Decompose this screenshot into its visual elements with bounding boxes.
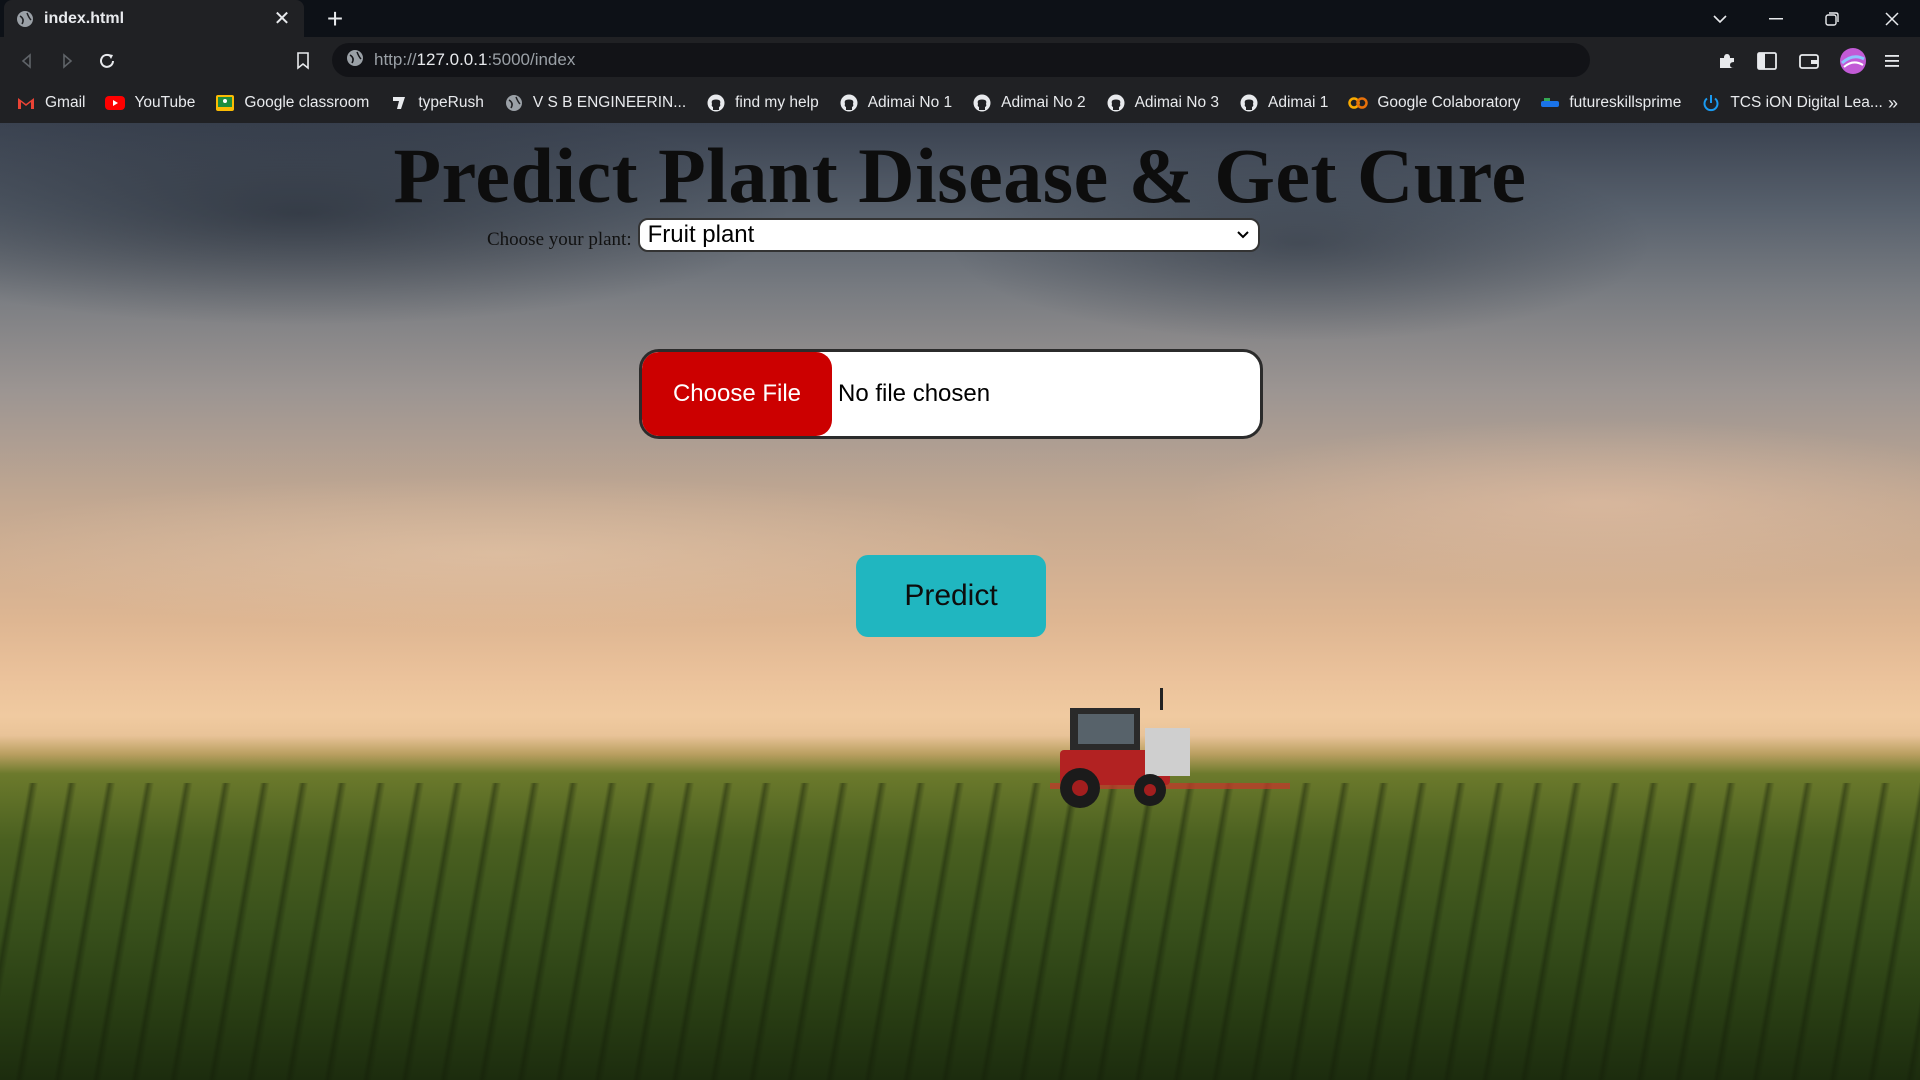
new-tab-button[interactable]: +: [320, 3, 350, 34]
bookmark-label: Adimai 1: [1268, 94, 1329, 111]
bookmark-label: typeRush: [418, 94, 484, 111]
bookmark-google-classroom[interactable]: Google classroom: [215, 93, 369, 113]
futureskills-icon: [1540, 93, 1560, 113]
bookmarks-bar: Gmail YouTube Google classroom typeRush …: [0, 83, 1920, 123]
classroom-icon: [215, 93, 235, 113]
github-icon: [972, 93, 992, 113]
bookmark-find-my-help[interactable]: find my help: [706, 93, 819, 113]
bookmark-adimai-1[interactable]: Adimai 1: [1239, 93, 1328, 113]
bookmark-label: TCS iON Digital Lea...: [1730, 94, 1883, 111]
page-title: Predict Plant Disease & Get Cure: [393, 132, 1527, 219]
forward-button[interactable]: [50, 44, 84, 78]
tractor-image: [1050, 688, 1290, 808]
address-bar[interactable]: http://127.0.0.1:5000/index: [332, 43, 1590, 77]
bookmark-label: YouTube: [134, 94, 196, 111]
close-window-button[interactable]: [1864, 0, 1920, 37]
tab-strip: index.html ✕ +: [0, 0, 1920, 37]
github-icon: [1106, 93, 1126, 113]
globe-icon: [504, 93, 524, 113]
file-status-text: No file chosen: [838, 380, 991, 407]
gmail-icon: [16, 93, 36, 113]
bookmark-vsb[interactable]: V S B ENGINEERIN...: [504, 93, 686, 113]
plant-select-label: Choose your plant:: [487, 229, 632, 250]
reload-button[interactable]: [90, 44, 124, 78]
plant-select[interactable]: Fruit plant: [637, 218, 1260, 252]
bookmark-gmail[interactable]: Gmail: [16, 93, 85, 113]
typerush-icon: [389, 93, 409, 113]
url-path: :5000/index: [487, 50, 576, 69]
bookmark-futureskillsprime[interactable]: futureskillsprime: [1540, 93, 1681, 113]
bookmark-label: Gmail: [45, 94, 86, 111]
restore-icon: [1825, 11, 1839, 26]
side-panel-button[interactable]: [1750, 44, 1784, 78]
predict-button[interactable]: Predict: [856, 555, 1046, 637]
back-arrow-icon: [21, 53, 31, 69]
bookmark-adimai-no-3[interactable]: Adimai No 3: [1106, 93, 1219, 113]
globe-icon: [16, 10, 34, 28]
bookmark-youtube[interactable]: YouTube: [105, 93, 195, 113]
page-viewport: Predict Plant Disease & Get Cure Choose …: [0, 123, 1920, 1080]
bookmark-google-colaboratory[interactable]: Google Colaboratory: [1348, 93, 1520, 113]
colab-icon: [1348, 93, 1369, 113]
bookmark-adimai-no-1[interactable]: Adimai No 1: [839, 93, 952, 113]
bookmark-adimai-no-2[interactable]: Adimai No 2: [972, 93, 1086, 113]
url-scheme: http://: [374, 50, 417, 69]
minimize-button[interactable]: [1748, 0, 1804, 37]
background-crop-rows: [0, 783, 1920, 1080]
youtube-icon: [105, 93, 126, 113]
plant-select-value: Fruit plant: [647, 221, 755, 248]
choose-file-button[interactable]: Choose File: [642, 352, 832, 436]
bookmark-label: V S B ENGINEERIN...: [532, 94, 687, 111]
plant-selector-row: Choose your plant: Fruit plant: [487, 218, 1260, 252]
bookmark-label: futureskillsprime: [1569, 94, 1682, 111]
tab-search-button[interactable]: [1692, 0, 1748, 37]
browser-toolbar: http://127.0.0.1:5000/index: [0, 37, 1920, 83]
bookmark-label: Adimai No 3: [1134, 94, 1220, 111]
bookmark-page-button[interactable]: [286, 44, 320, 78]
back-button[interactable]: [10, 44, 44, 78]
profile-avatar[interactable]: [1836, 44, 1870, 78]
bookmark-label: Adimai No 1: [867, 94, 953, 111]
close-icon: [1885, 11, 1899, 26]
file-input[interactable]: Choose File No file chosen: [639, 349, 1263, 439]
url-text: http://127.0.0.1:5000/index: [374, 50, 575, 70]
side-panel-icon: [1757, 52, 1777, 70]
browser-menu-button[interactable]: [1876, 44, 1910, 78]
minimize-icon: [1769, 17, 1783, 19]
menu-icon: [1885, 55, 1899, 67]
bookmark-typerush[interactable]: typeRush: [389, 93, 484, 113]
avatar-icon: [1840, 48, 1866, 74]
bookmark-tcs-ion[interactable]: TCS iON Digital Lea...: [1701, 93, 1883, 113]
github-icon: [1239, 93, 1259, 113]
chevron-down-icon: [1236, 231, 1249, 239]
github-icon: [706, 93, 726, 113]
bookmarks-overflow-button[interactable]: »: [1888, 83, 1898, 123]
tab-index[interactable]: index.html ✕: [4, 0, 304, 37]
puzzle-icon: [1720, 54, 1734, 68]
site-info-icon[interactable]: [346, 49, 364, 72]
power-icon: [1701, 93, 1721, 113]
bookmark-label: Google Colaboratory: [1377, 94, 1521, 111]
restore-button[interactable]: [1804, 0, 1860, 37]
tab-title: index.html: [44, 9, 125, 27]
bookmark-label: Adimai No 2: [1001, 94, 1086, 111]
bookmark-label: find my help: [735, 94, 819, 111]
wallet-icon: [1799, 54, 1819, 69]
forward-arrow-icon: [63, 53, 73, 69]
wallet-button[interactable]: [1792, 44, 1826, 78]
reload-icon: [100, 53, 114, 68]
chevron-down-icon: [1713, 14, 1727, 23]
github-icon: [839, 93, 859, 113]
tab-close-button[interactable]: ✕: [272, 6, 292, 31]
url-host: 127.0.0.1: [416, 50, 488, 69]
bookmark-label: Google classroom: [244, 94, 370, 111]
extensions-button[interactable]: [1710, 44, 1744, 78]
bookmark-icon: [297, 52, 309, 70]
